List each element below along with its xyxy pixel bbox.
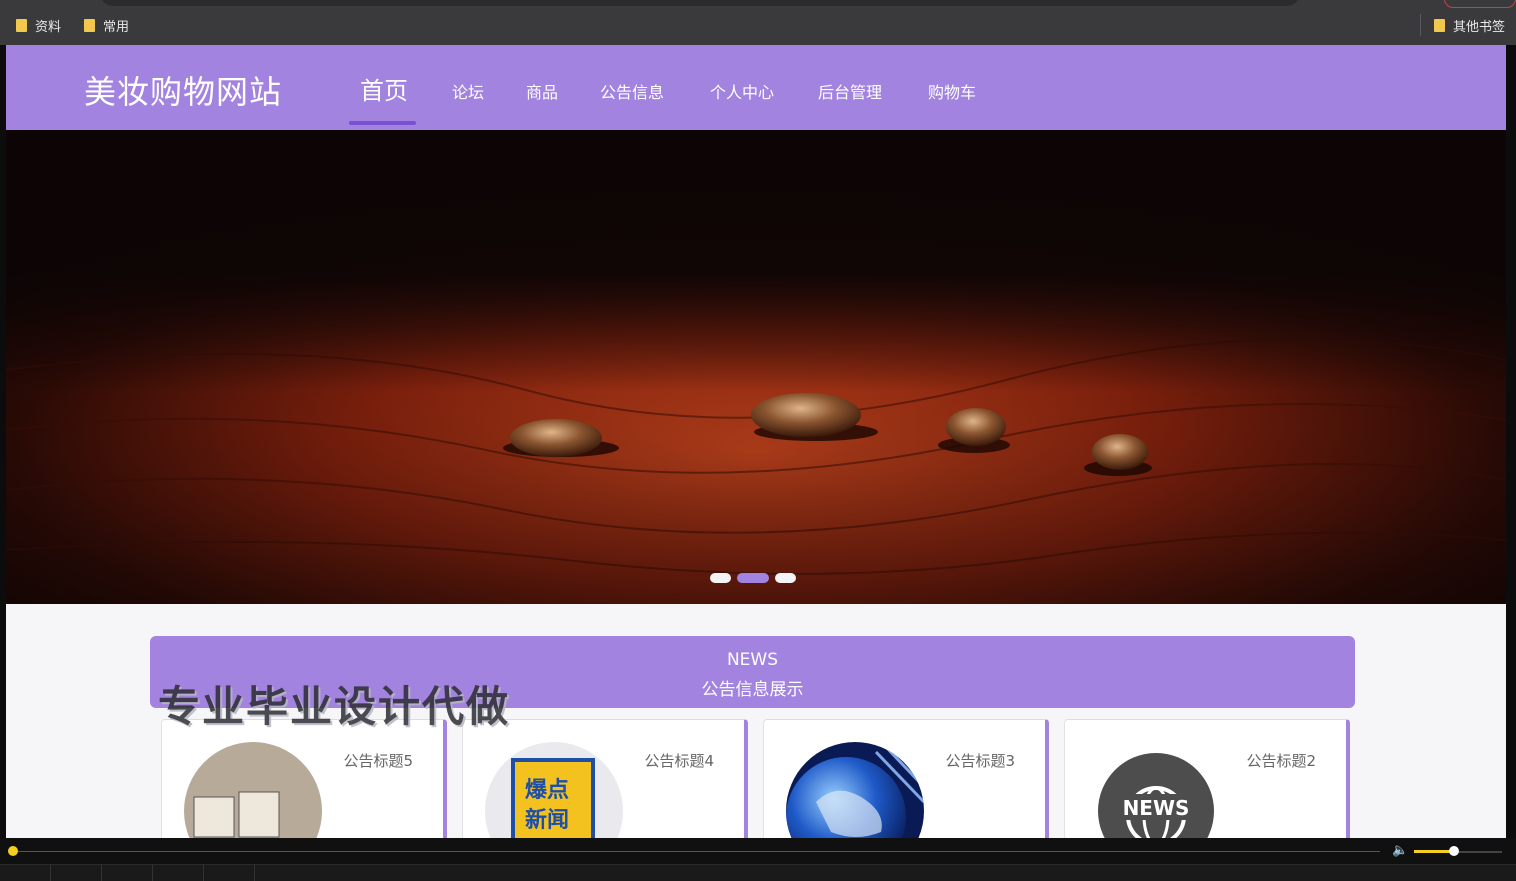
top-navigation: 美妆购物网站 首页 论坛 商品 公告信息 个人中心 后台管理 购物车 bbox=[6, 45, 1506, 130]
svg-text:爆点: 爆点 bbox=[525, 777, 569, 803]
carousel-indicators bbox=[710, 573, 796, 583]
nav-admin[interactable]: 后台管理 bbox=[818, 79, 882, 103]
carousel-dot[interactable] bbox=[710, 573, 731, 583]
nav-personal-center[interactable]: 个人中心 bbox=[710, 79, 774, 103]
news-heading-en: NEWS bbox=[726, 650, 779, 670]
news-card[interactable]: 公告标题3 bbox=[763, 719, 1049, 838]
svg-text:新闻: 新闻 bbox=[525, 807, 569, 833]
nav-home[interactable]: 首页 bbox=[360, 71, 408, 106]
player-toolbar bbox=[0, 864, 1516, 881]
volume-level bbox=[1414, 850, 1454, 853]
carousel-dot[interactable] bbox=[775, 573, 796, 583]
news-globe-icon: NEWS bbox=[1087, 742, 1225, 838]
folder-icon bbox=[84, 19, 95, 32]
bookmarks-bar: 资料 常用 其他书签 bbox=[0, 0, 1516, 45]
bookmark-label: 资料 bbox=[35, 20, 62, 35]
bookmark-label: 常用 bbox=[103, 20, 130, 35]
bookmark-folder-other[interactable]: 其他书签 bbox=[1434, 16, 1505, 35]
carousel-dot-active[interactable] bbox=[737, 573, 769, 583]
folder-icon bbox=[1434, 19, 1445, 32]
progress-handle[interactable] bbox=[8, 846, 18, 856]
watermark-text: 专业毕业设计代做 bbox=[158, 682, 511, 731]
news-card-title: 公告标题3 bbox=[945, 752, 1015, 770]
nav-forum[interactable]: 论坛 bbox=[452, 79, 484, 103]
globe-image bbox=[786, 742, 924, 838]
profile-button[interactable] bbox=[1444, 0, 1516, 8]
nav-cart[interactable]: 购物车 bbox=[928, 79, 976, 103]
progress-bar[interactable] bbox=[14, 851, 1380, 852]
video-player-controls: 🔈 bbox=[0, 838, 1516, 881]
folder-icon bbox=[16, 19, 27, 32]
bookmark-divider bbox=[1420, 14, 1421, 36]
news-card[interactable]: E W 公告标题5 bbox=[161, 719, 447, 838]
address-bar[interactable] bbox=[100, 0, 1300, 6]
coffee-beans-image bbox=[6, 130, 1506, 604]
news-card-title: 公告标题5 bbox=[343, 752, 413, 770]
nav-announcements[interactable]: 公告信息 bbox=[600, 79, 664, 103]
svg-text:NEWS: NEWS bbox=[1123, 796, 1190, 820]
nav-active-indicator bbox=[349, 121, 416, 125]
news-card-title: 公告标题2 bbox=[1246, 752, 1316, 770]
news-card[interactable]: 爆点 新闻 公告标题4 bbox=[462, 719, 748, 838]
nav-products[interactable]: 商品 bbox=[526, 79, 558, 103]
volume-handle[interactable] bbox=[1448, 846, 1459, 856]
bookmark-folder-ziliao[interactable]: 资料 bbox=[16, 16, 61, 35]
hero-carousel[interactable] bbox=[6, 130, 1506, 604]
hot-news-badge-image: 爆点 新闻 bbox=[485, 742, 623, 838]
bookmark-label: 其他书签 bbox=[1453, 20, 1506, 35]
news-card-title: 公告标题4 bbox=[644, 752, 714, 770]
web-page: 美妆购物网站 首页 论坛 商品 公告信息 个人中心 后台管理 购物车 NEWS … bbox=[6, 45, 1506, 838]
volume-icon[interactable]: 🔈 bbox=[1392, 843, 1408, 858]
bookmark-folder-changyong[interactable]: 常用 bbox=[84, 16, 129, 35]
site-logo[interactable]: 美妆购物网站 bbox=[84, 67, 282, 113]
news-card[interactable]: NEWS 公告标题2 bbox=[1064, 719, 1350, 838]
ew-blocks-image: E W bbox=[184, 742, 322, 838]
